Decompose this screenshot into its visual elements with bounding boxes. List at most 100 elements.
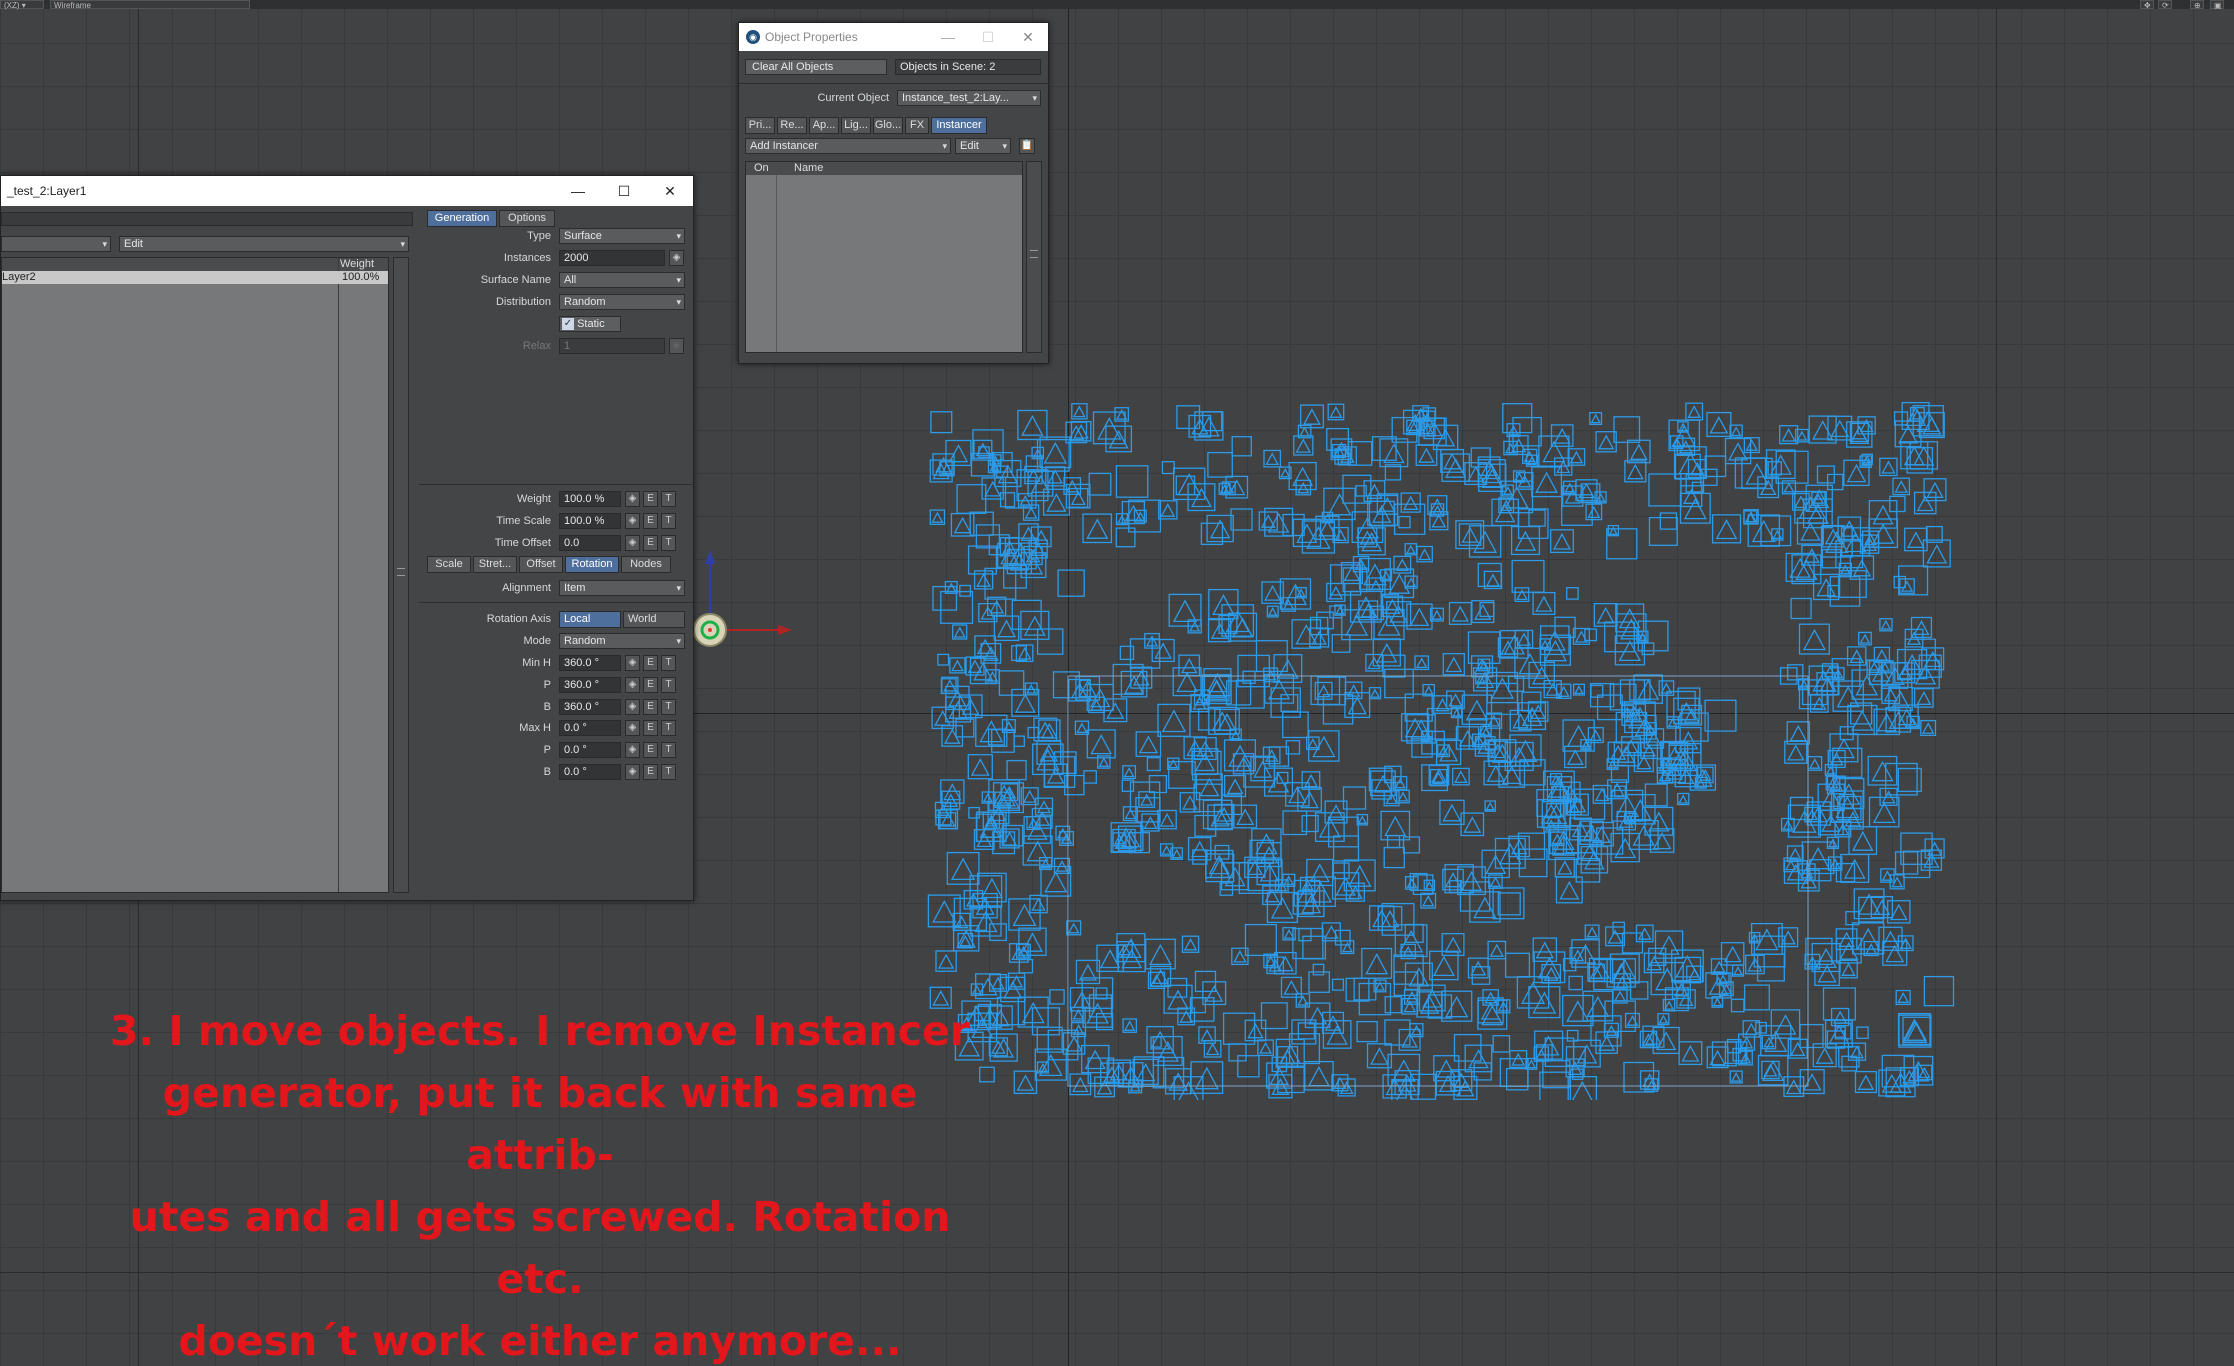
envelope-icon[interactable]: ◈: [625, 742, 640, 758]
object-properties-titlebar[interactable]: ◉ Object Properties — ☐ ✕: [739, 23, 1048, 51]
shading-mode-dropdown[interactable]: Wireframe: [50, 0, 250, 10]
expression-button[interactable]: E: [643, 491, 658, 507]
time-offset-input[interactable]: 0.0: [559, 535, 621, 551]
envelope-icon[interactable]: ◈: [625, 655, 640, 671]
instancer-list[interactable]: On Name: [745, 161, 1023, 353]
static-checkbox[interactable]: ✓ Static: [559, 316, 621, 332]
expression-button[interactable]: E: [643, 513, 658, 529]
close-icon[interactable]: ✕: [1008, 23, 1048, 51]
max-b-input[interactable]: 0.0 °: [559, 764, 621, 780]
tab-global-illumination[interactable]: Glo...: [873, 117, 903, 134]
minimize-icon[interactable]: —: [555, 176, 601, 206]
tab-lights[interactable]: Lig...: [841, 117, 871, 134]
texture-button[interactable]: T: [661, 742, 676, 758]
instance-mesh-icon: [1780, 930, 1796, 945]
list-item[interactable]: Layer2 100.0%: [2, 271, 388, 284]
instancer-list-scrollbar[interactable]: [1026, 161, 1042, 353]
time-scale-input[interactable]: 100.0 %: [559, 513, 621, 529]
expression-button[interactable]: E: [643, 764, 658, 780]
tab-render[interactable]: Re...: [777, 117, 807, 134]
instance-object-list[interactable]: Weight Layer2 100.0%: [1, 257, 389, 893]
envelope-icon[interactable]: ◈: [625, 535, 640, 551]
instance-mesh-icon: [1830, 419, 1850, 438]
expression-button[interactable]: E: [643, 742, 658, 758]
rotation-axis-world-button[interactable]: World: [623, 611, 685, 628]
alignment-dropdown[interactable]: Item ▾: [559, 580, 685, 596]
gizmo-x-arrow-icon[interactable]: [778, 625, 792, 635]
expression-button[interactable]: E: [643, 535, 658, 551]
type-dropdown[interactable]: Surface ▾: [559, 228, 685, 244]
item-transform-gizmo[interactable]: [690, 550, 800, 660]
add-instancer-dropdown[interactable]: Add Instancer ▾: [745, 138, 951, 154]
tab-options[interactable]: Options: [499, 210, 555, 227]
clipboard-icon[interactable]: 📋: [1019, 138, 1035, 154]
instance-bounding-icon: [1119, 645, 1135, 661]
envelope-icon[interactable]: ◈: [625, 513, 640, 529]
viewport-maximize-icon[interactable]: ▣: [2210, 0, 2224, 10]
scrollbar-grip[interactable]: [397, 568, 405, 576]
min-p-input[interactable]: 360.0 °: [559, 677, 621, 693]
max-h-input[interactable]: 0.0 °: [559, 720, 621, 736]
distribution-dropdown[interactable]: Random ▾: [559, 294, 685, 310]
envelope-icon[interactable]: ◈: [625, 720, 640, 736]
envelope-icon[interactable]: ◈: [625, 491, 640, 507]
rotation-axis-local-button[interactable]: Local: [559, 611, 621, 628]
texture-button[interactable]: T: [661, 699, 676, 715]
instancer-edit-dropdown[interactable]: Edit ▾: [955, 138, 1011, 154]
tab-generation[interactable]: Generation: [427, 210, 497, 227]
viewport-move-icon[interactable]: ✥: [2140, 0, 2154, 10]
instance-mesh-icon: [1037, 800, 1051, 814]
texture-button[interactable]: T: [661, 513, 676, 529]
add-object-dropdown[interactable]: ▾: [1, 236, 111, 252]
texture-button[interactable]: T: [661, 491, 676, 507]
instances-input[interactable]: 2000: [559, 250, 665, 266]
instance-mesh-icon: [1047, 469, 1063, 484]
texture-button[interactable]: T: [661, 720, 676, 736]
clear-all-objects-button[interactable]: Clear All Objects: [745, 59, 887, 75]
window-title: _test_2:Layer1: [7, 184, 87, 198]
tab-fx[interactable]: FX: [905, 117, 929, 134]
scrollbar-grip[interactable]: [1030, 250, 1038, 258]
instance-mesh-icon: [932, 900, 957, 923]
texture-button[interactable]: T: [661, 677, 676, 693]
tab-nodes[interactable]: Nodes: [621, 556, 671, 573]
current-object-dropdown[interactable]: Instance_test_2:Lay... ▾: [897, 90, 1041, 106]
mode-dropdown[interactable]: Random ▾: [559, 633, 685, 649]
envelope-icon[interactable]: ◈: [625, 677, 640, 693]
max-p-input[interactable]: 0.0 °: [559, 742, 621, 758]
tab-scale[interactable]: Scale: [427, 556, 471, 573]
surface-name-dropdown[interactable]: All ▾: [559, 272, 685, 288]
instance-mesh-icon: [1687, 405, 1702, 418]
texture-button[interactable]: T: [661, 535, 676, 551]
instance-mesh-icon: [1715, 519, 1738, 540]
instancer-titlebar[interactable]: _test_2:Layer1 — ☐ ✕: [1, 176, 693, 206]
envelope-icon[interactable]: ◈: [625, 764, 640, 780]
min-b-input[interactable]: 360.0 °: [559, 699, 621, 715]
minimize-icon[interactable]: —: [928, 23, 968, 51]
texture-button[interactable]: T: [661, 764, 676, 780]
viewport-rotate-icon[interactable]: ⟳: [2158, 0, 2172, 10]
tab-rotation[interactable]: Rotation: [565, 556, 619, 573]
tab-appearance[interactable]: Ap...: [809, 117, 839, 134]
gizmo-y-arrow-icon[interactable]: [705, 550, 715, 564]
maximize-icon[interactable]: ☐: [601, 176, 647, 206]
expression-button[interactable]: E: [643, 655, 658, 671]
viewport-zoom-icon[interactable]: ⊕: [2190, 0, 2204, 10]
list-scrollbar[interactable]: [393, 257, 409, 893]
instance-filter-bar[interactable]: [1, 212, 413, 226]
weight-input[interactable]: 100.0 %: [559, 491, 621, 507]
texture-button[interactable]: T: [661, 655, 676, 671]
envelope-icon[interactable]: ◈: [669, 250, 684, 266]
tab-instancer[interactable]: Instancer: [931, 117, 987, 134]
edit-dropdown[interactable]: Edit ▾: [119, 236, 409, 252]
expression-button[interactable]: E: [643, 677, 658, 693]
tab-offset[interactable]: Offset: [519, 556, 563, 573]
tab-primitives[interactable]: Pri...: [745, 117, 775, 134]
expression-button[interactable]: E: [643, 699, 658, 715]
tab-stretch[interactable]: Stret...: [473, 556, 517, 573]
close-icon[interactable]: ✕: [647, 176, 693, 206]
min-h-input[interactable]: 360.0 °: [559, 655, 621, 671]
envelope-icon[interactable]: ◈: [625, 699, 640, 715]
view-mode-dropdown[interactable]: (XZ) ▾: [0, 0, 44, 10]
expression-button[interactable]: E: [643, 720, 658, 736]
